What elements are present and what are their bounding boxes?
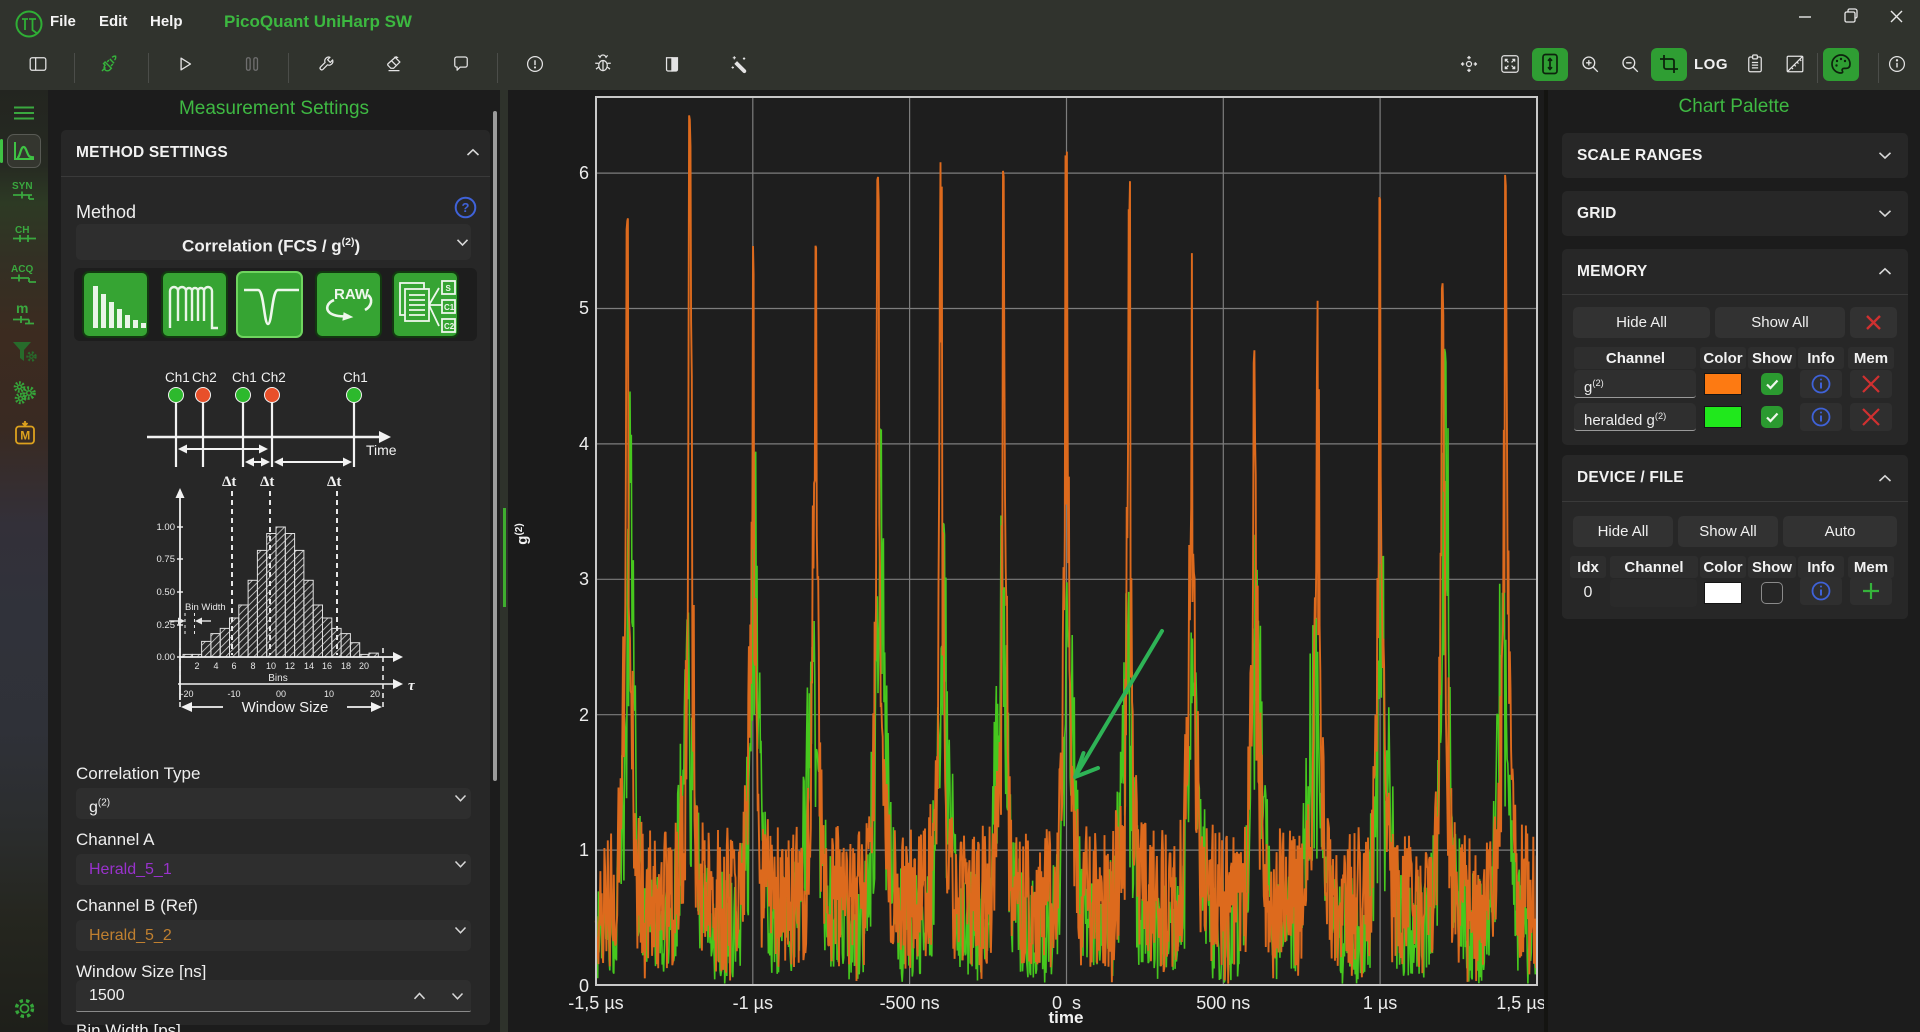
svg-text:20: 20 [370, 689, 380, 699]
svg-text:?: ? [462, 200, 470, 215]
svg-text:8: 8 [250, 661, 255, 671]
svg-text:00: 00 [276, 689, 286, 699]
svg-text:time: time [1049, 1008, 1084, 1027]
svg-text:Δt: Δt [222, 474, 236, 490]
svg-text:3: 3 [579, 569, 589, 589]
svg-text:2: 2 [194, 661, 199, 671]
svg-text:0.00: 0.00 [157, 652, 176, 663]
svg-text:0.75: 0.75 [157, 554, 176, 565]
svg-text:1.00: 1.00 [157, 522, 176, 533]
svg-text:14: 14 [304, 661, 314, 671]
svg-text:m: m [16, 300, 28, 316]
svg-text:C2: C2 [444, 322, 455, 331]
svg-text:18: 18 [341, 661, 351, 671]
svg-text:1 µs: 1 µs [1363, 993, 1397, 1013]
svg-text:16: 16 [322, 661, 332, 671]
svg-text:ACQ: ACQ [11, 264, 33, 275]
svg-text:C1: C1 [444, 303, 455, 312]
svg-text:-1,5 µs: -1,5 µs [568, 993, 623, 1013]
svg-text:CH: CH [15, 225, 29, 236]
svg-text:-1 µs: -1 µs [733, 993, 773, 1013]
svg-text:10: 10 [324, 689, 334, 699]
svg-text:S: S [446, 284, 452, 293]
svg-text:0.50: 0.50 [157, 587, 176, 598]
svg-text:10: 10 [266, 661, 276, 671]
svg-text:-20: -20 [180, 689, 193, 699]
svg-text:τ: τ [408, 678, 416, 694]
svg-text:SYN: SYN [12, 181, 33, 192]
svg-text:g(2): g(2) [514, 523, 531, 544]
svg-text:500 ns: 500 ns [1196, 993, 1250, 1013]
svg-text:1: 1 [579, 840, 589, 860]
svg-text:2: 2 [579, 705, 589, 725]
svg-text:Time: Time [366, 442, 397, 458]
svg-text:-500 ns: -500 ns [880, 993, 940, 1013]
svg-text:Ch1: Ch1 [165, 370, 190, 385]
svg-text:RAW: RAW [334, 286, 370, 303]
svg-text:5: 5 [579, 298, 589, 318]
svg-text:Ch2: Ch2 [192, 370, 217, 385]
svg-text:M: M [20, 429, 30, 443]
svg-text:Δt: Δt [260, 474, 274, 490]
svg-text:12: 12 [285, 661, 295, 671]
svg-text:1,5 µs: 1,5 µs [1496, 993, 1544, 1013]
svg-text:Ch1: Ch1 [343, 370, 368, 385]
svg-text:6: 6 [231, 661, 236, 671]
svg-text:20: 20 [359, 661, 369, 671]
svg-text:Δt: Δt [327, 474, 341, 490]
svg-text:6: 6 [579, 163, 589, 183]
svg-text:Bins: Bins [268, 673, 287, 684]
svg-text:-10: -10 [227, 689, 240, 699]
svg-text:Bin Width: Bin Width [185, 602, 226, 613]
svg-text:Ch1: Ch1 [232, 370, 257, 385]
svg-text:Ch2: Ch2 [261, 370, 286, 385]
svg-text:4: 4 [579, 434, 589, 454]
svg-text:Window Size: Window Size [242, 699, 329, 716]
svg-text:4: 4 [213, 661, 218, 671]
